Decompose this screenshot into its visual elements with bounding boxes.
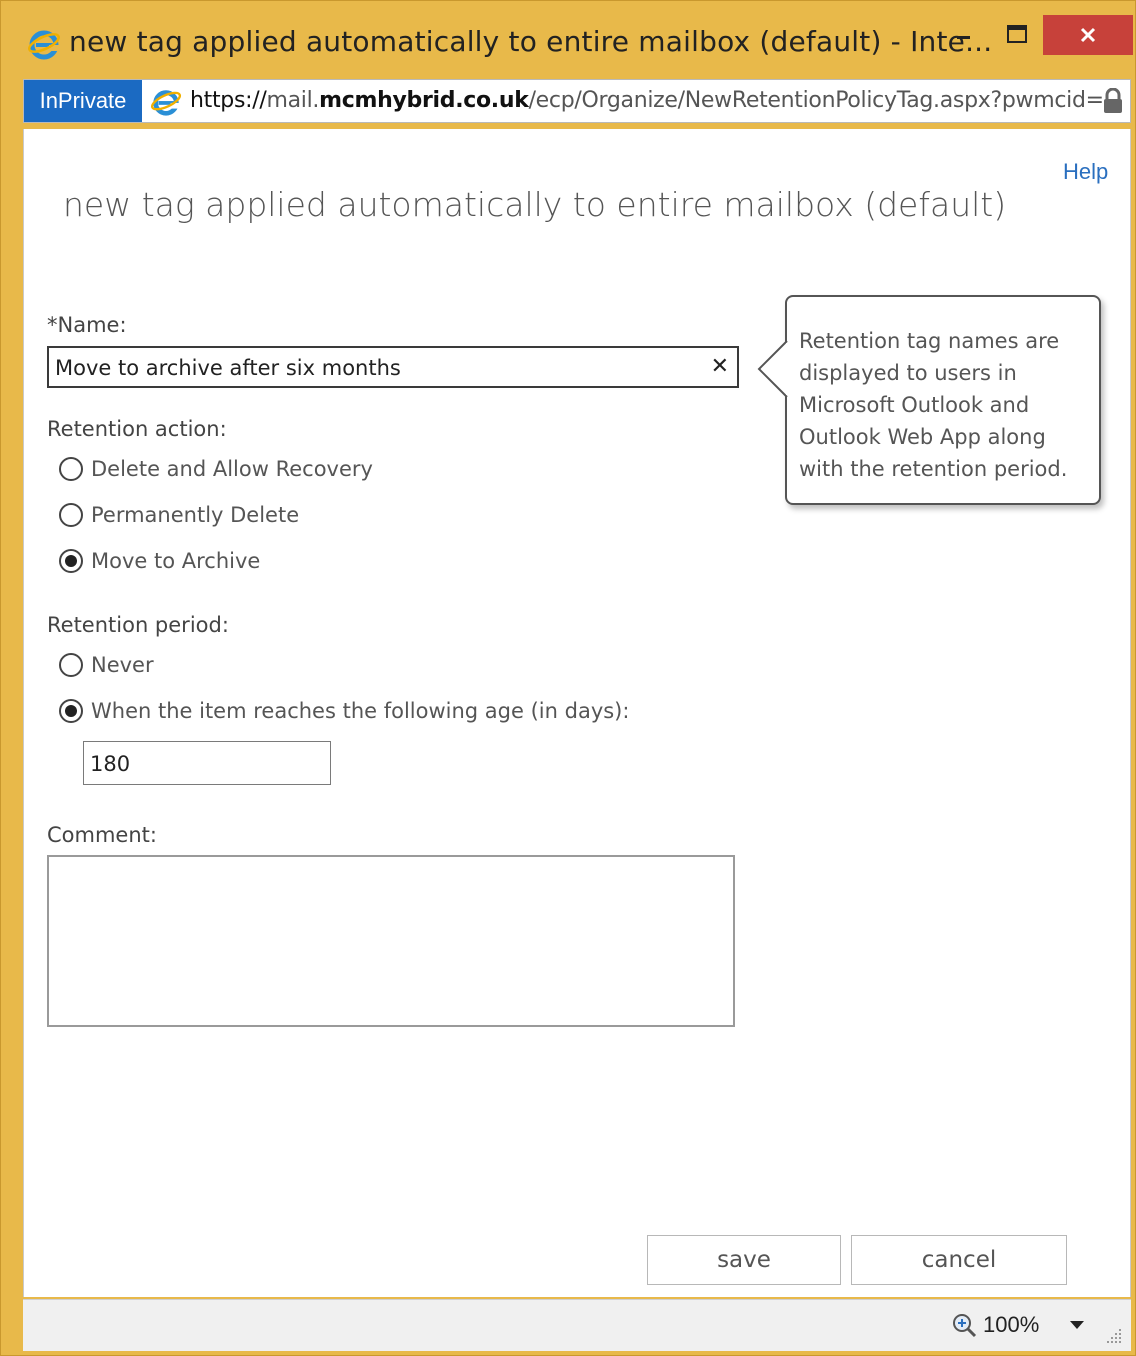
url-path: /ecp/Organize/NewRetentionPolicyTag.aspx… [528,88,1104,113]
radio-never-label[interactable]: Never [91,653,154,677]
inprivate-badge: InPrivate [24,80,142,122]
close-button[interactable] [1043,15,1133,55]
browser-window: new tag applied automatically to entire … [0,0,1136,1356]
resize-grip-icon[interactable] [1105,1327,1123,1345]
age-days-input[interactable]: 180 [83,741,331,785]
status-bar: 100% [23,1299,1131,1351]
address-bar[interactable]: InPrivate https://mail.mcmhybrid.co.uk/e… [23,79,1131,123]
title-bar[interactable]: new tag applied automatically to entire … [1,1,1136,77]
lock-icon[interactable] [1102,88,1124,114]
radio-age-days[interactable] [59,699,83,723]
help-link[interactable]: Help [1063,159,1108,185]
tooltip-callout: Retention tag names are displayed to use… [785,295,1101,505]
maximize-icon [1007,25,1027,43]
radio-move-to-archive-label[interactable]: Move to Archive [91,549,260,573]
radio-delete-allow-recovery-label[interactable]: Delete and Allow Recovery [91,457,373,481]
window-title: new tag applied automatically to entire … [69,25,993,58]
retention-period-label: Retention period: [47,613,229,637]
minimize-icon [957,36,970,39]
maximize-button[interactable] [997,15,1037,55]
comment-textarea[interactable] [47,855,735,1027]
chevron-down-icon[interactable] [1069,1320,1085,1330]
name-label: *Name: [47,313,127,337]
close-icon [1080,27,1096,43]
save-button[interactable]: save [647,1235,841,1285]
radio-permanently-delete-label[interactable]: Permanently Delete [91,503,299,527]
zoom-icon[interactable] [951,1312,977,1338]
radio-delete-allow-recovery[interactable] [59,457,83,481]
cancel-button[interactable]: cancel [851,1235,1067,1285]
site-icon [150,90,182,116]
radio-permanently-delete[interactable] [59,503,83,527]
tooltip-pointer [757,340,789,398]
zoom-level[interactable]: 100% [983,1312,1039,1338]
clear-icon[interactable]: ✕ [711,354,729,380]
page-title: new tag applied automatically to entire … [63,185,1007,224]
radio-never[interactable] [59,653,83,677]
minimize-button[interactable] [943,15,983,55]
internet-explorer-icon [28,30,60,60]
radio-age-days-label[interactable]: When the item reaches the following age … [91,699,629,723]
radio-move-to-archive[interactable] [59,549,83,573]
url-scheme: https:// [190,88,267,113]
name-input-value: Move to archive after six months [55,356,401,380]
name-input[interactable]: Move to archive after six months ✕ [47,346,739,388]
url-text[interactable]: https://mail.mcmhybrid.co.uk/ecp/Organiz… [190,88,1104,113]
age-days-value: 180 [90,752,131,776]
retention-action-label: Retention action: [47,417,227,441]
url-host: mcmhybrid.co.uk [319,88,529,113]
tooltip-text: Retention tag names are displayed to use… [799,329,1068,481]
comment-label: Comment: [47,823,157,847]
url-prefix: mail. [266,88,320,113]
